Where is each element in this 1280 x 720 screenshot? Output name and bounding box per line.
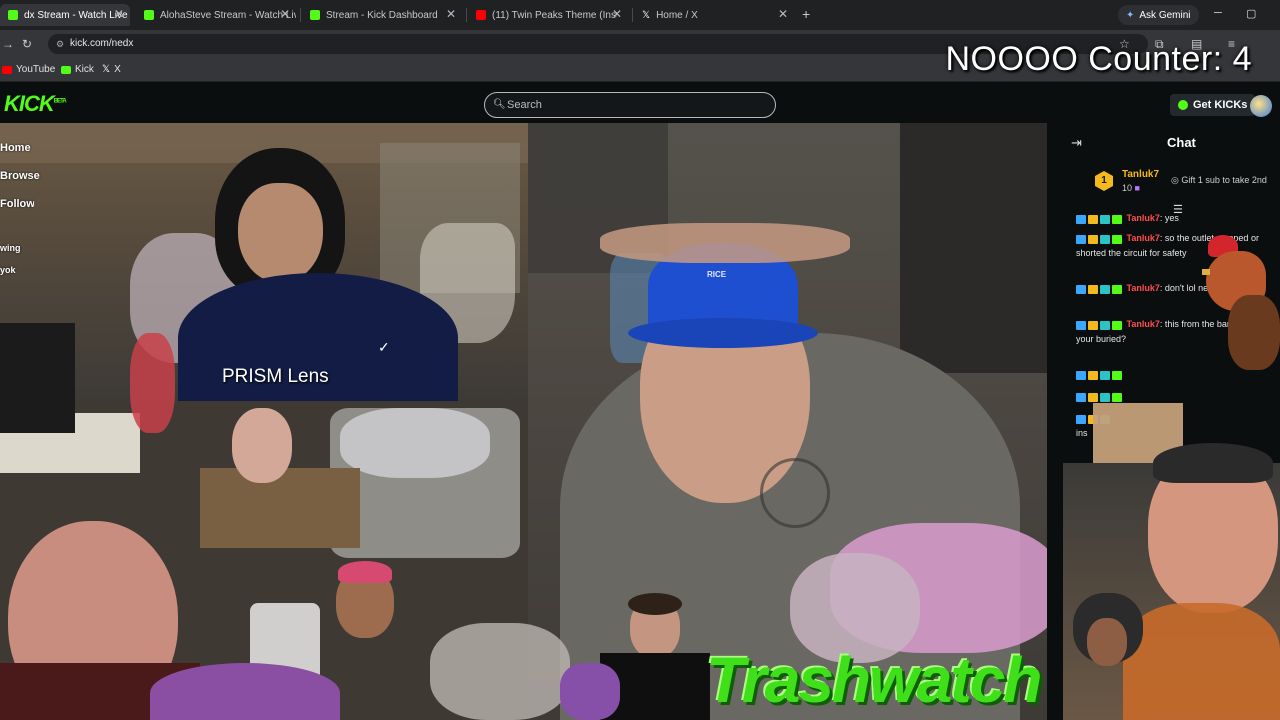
tab-label: (11) Twin Peaks Theme (Instrum: [492, 9, 617, 21]
reload-icon[interactable]: ↻: [22, 37, 32, 51]
tab-twin-peaks-youtube[interactable]: (11) Twin Peaks Theme (Instrum ✕: [468, 4, 628, 26]
sidebar-item-home[interactable]: Home: [0, 142, 31, 154]
user-badges: [1076, 368, 1124, 382]
user-badges: [1076, 282, 1124, 296]
chat-username[interactable]: Tanluk7: [1127, 319, 1160, 329]
tab-kick-dashboard[interactable]: Stream - Kick Dashboard ✕: [302, 4, 462, 26]
gift-sub-text: Gift 1 sub to take 2nd: [1181, 175, 1267, 185]
ask-gemini-button[interactable]: ✦ Ask Gemini: [1118, 5, 1199, 25]
kick-logo-text: KICK: [4, 91, 55, 116]
sidebar-channel-2[interactable]: yok: [0, 265, 16, 275]
bookmark-x[interactable]: 𝕏 X: [102, 64, 121, 75]
x-logo-icon: 𝕏: [102, 64, 111, 75]
leaderboard-user: Tanluk7: [1122, 169, 1160, 180]
user-badges: [1076, 212, 1124, 226]
nooo-counter: NOOOO Counter: 4: [945, 40, 1252, 78]
user-badges: [1076, 232, 1124, 246]
youtube-icon: [2, 65, 12, 74]
chat-text: yes: [1164, 213, 1179, 223]
gift-sub-prompt[interactable]: ◎ Gift 1 sub to take 2nd: [1171, 175, 1267, 186]
site-info-icon[interactable]: ⚙: [56, 34, 64, 54]
kick-icon: [61, 65, 71, 74]
prism-lens-label: PRISM Lens: [222, 366, 329, 387]
kick-header: KICKBETA 🔍︎ Search Get KICKs: [0, 83, 1280, 123]
collapse-chat-icon[interactable]: ⇥: [1071, 135, 1082, 151]
close-tab-icon[interactable]: ✕: [612, 7, 622, 21]
user-badges: [1076, 318, 1124, 332]
user-badges: [1076, 390, 1124, 404]
rooster-overlay: [1198, 225, 1280, 370]
get-kicks-label: Get KICKs: [1193, 99, 1248, 111]
chat-message: Tanluk7: yes: [1076, 211, 1271, 226]
bookmark-youtube[interactable]: YouTube: [2, 64, 55, 75]
minimize-window-icon[interactable]: ─: [1214, 7, 1222, 19]
chat-panel: ⇥ Chat 1 Tanluk7 10 ■ ◎ Gift 1 sub to ta…: [1063, 123, 1280, 720]
close-tab-icon[interactable]: ✕: [778, 7, 788, 21]
search-icon: 🔍︎: [493, 99, 506, 110]
sidebar-item-browse[interactable]: Browse: [0, 170, 40, 182]
bookmark-kick[interactable]: Kick: [61, 64, 94, 75]
gift-leaderboard[interactable]: 1 Tanluk7 10 ■ ◎ Gift 1 sub to take 2nd: [1095, 169, 1270, 197]
chat-title: Chat: [1167, 135, 1196, 150]
stream-video[interactable]: ✓ RICE PRISM Lens Trashwatch: [0, 123, 1047, 720]
tab-alohasteve-stream[interactable]: AlohaSteve Stream - Watch Live ✕: [136, 4, 296, 26]
youtube-favicon-icon: [476, 10, 486, 20]
trashwatch-banner: Trashwatch: [706, 644, 1042, 716]
close-tab-icon[interactable]: ✕: [280, 7, 290, 21]
bookmark-label: X: [114, 64, 121, 75]
gift-count: 10: [1122, 183, 1133, 193]
tab-label: AlohaSteve Stream - Watch Live: [160, 9, 296, 21]
tab-label: Home / X: [656, 9, 698, 21]
hat-logo-text: RICE: [707, 270, 727, 279]
tab-label: Stream - Kick Dashboard: [326, 9, 438, 21]
kicks-coin-icon: [1178, 100, 1188, 110]
kick-favicon-icon: [8, 10, 18, 20]
maximize-window-icon[interactable]: ▢: [1246, 7, 1256, 20]
ask-gemini-label: Ask Gemini: [1139, 9, 1191, 21]
forward-icon[interactable]: →: [2, 37, 14, 51]
gemini-sparkle-icon: ✦: [1126, 9, 1135, 21]
bookmark-label: Kick: [75, 64, 94, 75]
get-kicks-button[interactable]: Get KICKs: [1170, 94, 1256, 116]
browser-tab-strip: dx Stream - Watch Live o ✕ AlohaSteve St…: [0, 0, 1280, 30]
kick-logo-beta: BETA: [53, 98, 67, 105]
sidebar-channel-1[interactable]: wing: [0, 243, 21, 253]
close-tab-icon[interactable]: ✕: [114, 7, 124, 21]
chat-username[interactable]: Tanluk7: [1127, 283, 1160, 293]
chat-username[interactable]: Tanluk7: [1127, 213, 1160, 223]
bookmark-label: YouTube: [16, 64, 56, 75]
gift-sub-icon: ◎: [1171, 175, 1179, 185]
gift-icon: ■: [1134, 183, 1140, 193]
search-input[interactable]: 🔍︎ Search: [484, 92, 776, 118]
rank-badge: 1: [1095, 171, 1113, 191]
close-tab-icon[interactable]: ✕: [446, 7, 456, 21]
new-tab-button[interactable]: +: [802, 6, 810, 22]
tab-x-home[interactable]: 𝕏 Home / X ✕: [634, 4, 794, 26]
chat-message: [1076, 389, 1271, 404]
kick-logo[interactable]: KICKBETA: [4, 91, 67, 117]
kick-favicon-icon: [144, 10, 154, 20]
url-text: kick.com/nedx: [70, 38, 134, 49]
sidebar-item-following[interactable]: Following: [0, 198, 34, 210]
x-logo-icon: 𝕏: [642, 10, 651, 21]
tab-nedx-stream[interactable]: dx Stream - Watch Live o ✕: [0, 4, 130, 26]
search-placeholder: Search: [507, 99, 542, 111]
user-avatar[interactable]: [1250, 95, 1272, 117]
chat-username[interactable]: Tanluk7: [1127, 233, 1160, 243]
kick-favicon-icon: [310, 10, 320, 20]
leaderboard-count: 10 ■: [1122, 183, 1140, 193]
